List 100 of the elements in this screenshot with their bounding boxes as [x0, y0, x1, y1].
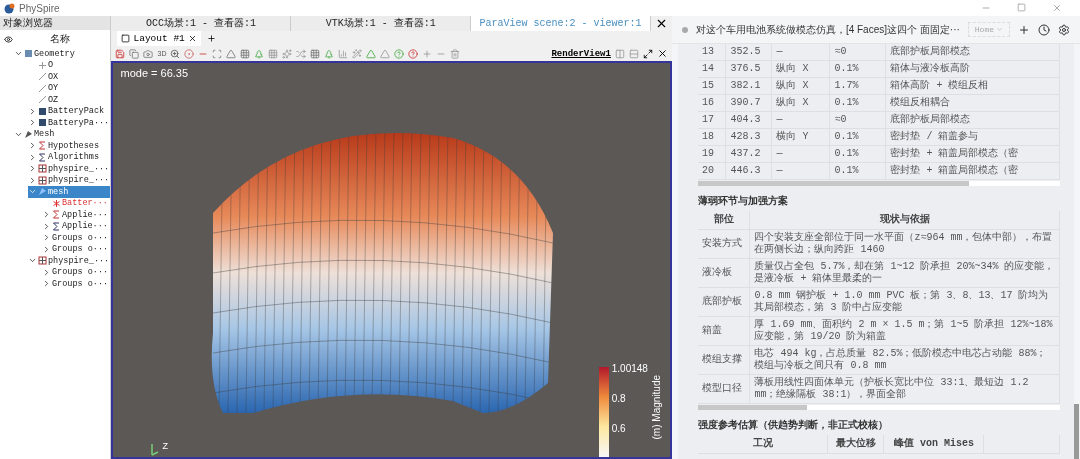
- tree-item[interactable]: Groups o···: [42, 243, 111, 255]
- triangle-icon[interactable]: [226, 48, 237, 59]
- tree-item[interactable]: physpire_···: [28, 255, 111, 267]
- question-icon[interactable]: [408, 48, 419, 59]
- table-cell: 电芯 494 kg，占总质量 82.5%；低阶模态中电芯占动能 88%；模组与冷板之间只有 0.8 mm: [749, 345, 1060, 375]
- tree-item[interactable]: BatteryPack: [28, 105, 111, 117]
- dot-icon[interactable]: [184, 48, 195, 59]
- table-cell: 纵向 X: [771, 77, 830, 95]
- chevron-right-icon[interactable]: [28, 118, 37, 128]
- table-cell: 箱体与液冷板高阶: [885, 60, 1060, 78]
- grid-icon[interactable]: [240, 48, 251, 59]
- close-icon[interactable]: [187, 34, 197, 43]
- chevron-right-icon[interactable]: [28, 175, 37, 185]
- tree-item[interactable]: physpire_···: [28, 163, 111, 175]
- tree-item[interactable]: BatteryPa···: [28, 117, 111, 129]
- table-cell: 428.3: [725, 128, 772, 146]
- cube-icon: [24, 49, 33, 59]
- window-icon: [121, 34, 131, 43]
- add-button[interactable]: [1018, 23, 1030, 36]
- add-tab-icon[interactable]: [206, 34, 216, 43]
- chevron-right-icon[interactable]: [42, 221, 51, 231]
- column-header: 现状与依据: [749, 211, 1060, 230]
- scale-label: 1.00148: [611, 363, 648, 374]
- table-cell: 底部护板局部模态: [885, 44, 1060, 61]
- plus-icon: [38, 60, 47, 70]
- layout-tab[interactable]: Layout #1: [117, 31, 201, 46]
- tree-item[interactable]: Geometry: [14, 48, 111, 60]
- tree-item[interactable]: Groups o···: [42, 278, 111, 290]
- split-horizontal-icon[interactable]: [614, 48, 625, 59]
- viewer-tab[interactable]: ParaView scene:2 - viewer:1: [471, 16, 651, 31]
- restore-icon[interactable]: [1017, 3, 1026, 12]
- viewer-tab[interactable]: OCC场景:1 - 查看器:1: [111, 16, 292, 31]
- copy-icon[interactable]: [129, 48, 140, 59]
- close-icon[interactable]: [656, 48, 668, 59]
- viewer-tab[interactable]: VTK场景:1 - 查看器:1: [291, 16, 472, 31]
- plus-icon[interactable]: [422, 48, 433, 59]
- tree-item[interactable]: Groups o···: [42, 232, 111, 244]
- camera-icon[interactable]: [143, 48, 154, 59]
- zoom-icon[interactable]: [170, 48, 181, 59]
- table-cell: 纵向 X: [771, 60, 830, 78]
- chevron-right-icon[interactable]: [42, 233, 51, 243]
- chevron-right-icon[interactable]: [28, 164, 37, 174]
- tree-item[interactable]: OX: [28, 71, 111, 83]
- table-cell: 密封垫 + 箱盖局部模态（密: [885, 162, 1060, 180]
- triangle-icon[interactable]: [366, 48, 377, 59]
- maximize-icon[interactable]: [642, 48, 653, 59]
- scrollbar-thumb[interactable]: [697, 181, 970, 186]
- tree-item[interactable]: Groups o···: [42, 266, 111, 278]
- mode-label: mode = 66.35: [120, 67, 189, 79]
- tree-item[interactable]: physpire_···: [28, 174, 111, 186]
- table-cell: 0.8 mm 钢护板 + 1.0 mm PVC 板；第 3、8、13、17 阶均为其局部模态，第 3 阶中占应变能: [749, 287, 1060, 317]
- chevron-right-icon[interactable]: [28, 106, 37, 116]
- tree-item[interactable]: OZ: [28, 94, 111, 106]
- column-header: 部位: [697, 211, 750, 230]
- chevron-right-icon[interactable]: [42, 267, 51, 277]
- table-cell: 404.3: [725, 111, 772, 129]
- history-button[interactable]: [1038, 23, 1050, 36]
- table-cell: 352.5: [725, 44, 772, 61]
- chevron-right-icon[interactable]: [42, 244, 51, 254]
- chevron-right-icon[interactable]: [28, 141, 37, 151]
- table-cell: 18: [697, 128, 726, 146]
- table-cell: 质量仅占全包 5.7%，却在第 1~12 阶承担 20%~34% 的应变能，是液冷板 + 箱体里最柔的一: [749, 258, 1060, 288]
- chevron-right-icon[interactable]: [42, 279, 51, 289]
- render-view-link[interactable]: RenderView1: [551, 48, 611, 59]
- tree-item[interactable]: Mesh: [14, 128, 111, 140]
- table-cell: 箱盖: [697, 316, 750, 346]
- sparkle-icon[interactable]: [282, 48, 293, 59]
- tree-item[interactable]: Algorithms: [28, 151, 111, 163]
- scrollbar-thumb[interactable]: [1074, 404, 1079, 459]
- question-icon[interactable]: [394, 48, 405, 59]
- table-cell: 20: [697, 162, 726, 180]
- tree-item[interactable]: O: [28, 59, 111, 71]
- shuffle-icon[interactable]: [296, 48, 307, 59]
- tree-item[interactable]: Batter···: [42, 197, 111, 209]
- render-viewport[interactable]: mode = 66.35 Z 1.00148 0.8 0.6 (m) Magnitude: [111, 61, 672, 459]
- line-icon: [38, 72, 47, 82]
- table-cell: 437.2: [725, 145, 772, 163]
- tree-item[interactable]: OY: [28, 82, 111, 94]
- bar-icon[interactable]: [338, 48, 349, 59]
- scan-icon[interactable]: [212, 48, 223, 59]
- settings-button[interactable]: [1058, 23, 1070, 36]
- table-cell: —: [771, 44, 830, 61]
- tree-item[interactable]: Hypotheses: [28, 140, 111, 152]
- scale-label: 0.6: [611, 423, 627, 434]
- tree-item[interactable]: Applie···: [42, 220, 111, 232]
- triangle-icon[interactable]: [380, 48, 391, 59]
- grid-icon[interactable]: [268, 48, 279, 59]
- wand-icon[interactable]: [352, 48, 363, 59]
- chevron-right-icon[interactable]: [42, 210, 51, 220]
- trash-icon[interactable]: [450, 48, 461, 59]
- eye-icon[interactable]: [4, 34, 13, 44]
- scrollbar-thumb[interactable]: [697, 405, 807, 410]
- grid-icon[interactable]: [310, 48, 321, 59]
- table-cell: 模组支撑: [697, 345, 750, 375]
- chevron-right-icon[interactable]: [28, 152, 37, 162]
- tree-item[interactable]: mesh: [28, 186, 111, 198]
- tree-item[interactable]: Applie···: [42, 209, 111, 221]
- table-cell: 17: [697, 111, 726, 129]
- line-icon: [38, 83, 47, 93]
- table-cell: 液冷板: [697, 258, 750, 288]
